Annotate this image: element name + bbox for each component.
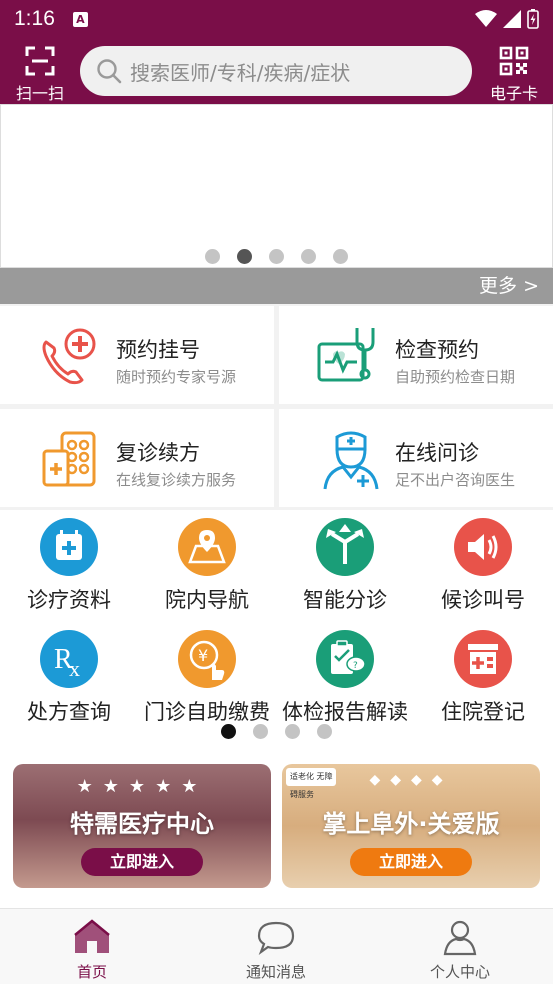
stars-decoration: ★★★★★ [76,776,208,797]
signal-icon [503,10,521,28]
grid-pager [0,724,553,739]
service-subtitle: 在线复诊续方服务 [116,471,237,489]
speaker-icon [454,518,512,576]
search-placeholder: 搜索医师/专科/疾病/症状 [130,60,351,85]
rx-icon: Rx [40,630,98,688]
grid-label: 处方查询 [27,700,111,724]
grid-item-report[interactable]: ? 体检报告解读 [276,622,414,724]
search-input[interactable]: 搜索医师/专科/疾病/症状 [80,46,472,96]
app-root: 1:16 A 扫一扫 搜索医师/专科/疾病/症状 电子卡 更多 > 预约挂号 随… [0,0,553,984]
split-arrows-icon [316,518,374,576]
chat-bubble-icon [257,921,295,955]
diamond-decoration: ◆◆◆◆ [369,772,453,788]
nav-home[interactable]: 首页 [0,909,184,984]
more-link[interactable]: 更多 > [0,268,553,304]
grid-label: 智能分诊 [303,588,387,612]
hospital-icon [454,630,512,688]
banner-dot[interactable] [333,249,348,264]
banner-carousel[interactable] [0,104,553,268]
service-subtitle: 足不出户咨询医生 [395,471,516,489]
service-title: 检查预约 [395,338,479,362]
svg-text:¥: ¥ [198,646,208,665]
grid-label: 诊疗资料 [27,588,111,612]
grid-item-payment[interactable]: ¥ 门诊自助缴费 [138,622,276,724]
yen-hand-icon: ¥ [178,630,236,688]
nav-label: 首页 [76,963,107,981]
pill-box-icon [42,431,96,487]
service-card-exam[interactable]: 检查预约 自助预约检查日期 [279,306,553,404]
notification-a-icon: A [72,11,88,27]
service-card-appointment[interactable]: 预约挂号 随时预约专家号源 [0,306,274,404]
grid-dot-active[interactable] [221,724,236,739]
nav-messages[interactable]: 通知消息 [184,909,368,984]
scan-label: 扫一扫 [15,84,64,103]
svg-text:?: ? [353,661,358,671]
monitor-stethoscope-icon [317,328,375,382]
qr-code-icon [499,46,529,76]
grid-label: 体检报告解读 [282,700,408,724]
grid-item-records[interactable]: 诊疗资料 [0,510,138,612]
nav-profile[interactable]: 个人中心 [368,909,552,984]
promo-card-care-edition[interactable]: 适老化 无障碍服务 ◆◆◆◆ 掌上阜外·关爱版 立即进入 [282,764,540,888]
nav-label: 通知消息 [245,963,306,981]
status-icons [475,9,539,29]
bottom-nav: 首页 通知消息 个人中心 [0,908,553,984]
promo-card-special-care[interactable]: ★★★★★ 特需医疗中心 立即进入 [13,764,271,888]
nav-label: 个人中心 [429,963,490,981]
banner-dot[interactable] [301,249,316,264]
status-time: 1:16 [14,7,55,30]
service-subtitle: 自助预约检查日期 [395,368,516,386]
scan-icon [25,46,55,76]
promo-title: 特需医疗中心 [70,810,214,838]
promo-section: ★★★★★ 特需医疗中心 立即进入 适老化 无障碍服务 ◆◆◆◆ 掌上阜外·关爱… [0,750,553,908]
grid-label: 住院登记 [441,700,525,724]
grid-label: 门诊自助缴费 [144,700,270,724]
calendar-cross-icon [40,518,98,576]
grid-label: 候诊叫号 [441,588,525,612]
promo-enter-button[interactable]: 立即进入 [81,848,203,876]
grid-item-inpatient[interactable]: 住院登记 [414,622,552,724]
e-card-button[interactable]: 电子卡 [484,44,544,103]
grid-label: 院内导航 [165,588,249,612]
clipboard-chat-icon: ? [316,630,374,688]
grid-dot[interactable] [285,724,300,739]
user-icon [443,920,477,956]
wifi-icon [475,10,497,27]
search-icon [97,59,122,84]
grid-item-navigation[interactable]: 院内导航 [138,510,276,612]
home-icon [74,919,110,953]
battery-icon [527,9,539,29]
promo-title: 掌上阜外·关爱版 [322,810,500,838]
service-title: 复诊续方 [116,441,200,465]
grid-item-triage[interactable]: 智能分诊 [276,510,414,612]
phone-cross-icon [42,328,96,385]
grid-item-prescription[interactable]: Rx 处方查询 [0,622,138,724]
service-title: 在线问诊 [395,441,479,465]
service-title: 预约挂号 [116,338,200,362]
status-bar: 1:16 A [0,0,553,38]
app-header: 扫一扫 搜索医师/专科/疾病/症状 电子卡 [0,38,553,104]
banner-dot[interactable] [205,249,220,264]
map-pin-icon [178,518,236,576]
promo-enter-button[interactable]: 立即进入 [350,848,472,876]
service-subtitle: 随时预约专家号源 [116,368,237,386]
e-card-label: 电子卡 [489,84,538,103]
scan-button[interactable]: 扫一扫 [10,44,70,103]
service-card-refill[interactable]: 复诊续方 在线复诊续方服务 [0,409,274,507]
banner-dot-active[interactable] [237,249,252,264]
grid-dot[interactable] [253,724,268,739]
banner-dot[interactable] [269,249,284,264]
feature-grid: 诊疗资料 院内导航 智能分诊 候诊叫号 Rx 处方查询 ¥ 门诊自助缴费 ? 体… [0,510,553,750]
service-card-consult[interactable]: 在线问诊 足不出户咨询医生 [279,409,553,507]
grid-dot[interactable] [317,724,332,739]
nurse-icon [323,431,379,490]
grid-item-queue[interactable]: 候诊叫号 [414,510,552,612]
banner-pager [1,249,552,264]
svg-text:x: x [69,656,80,681]
